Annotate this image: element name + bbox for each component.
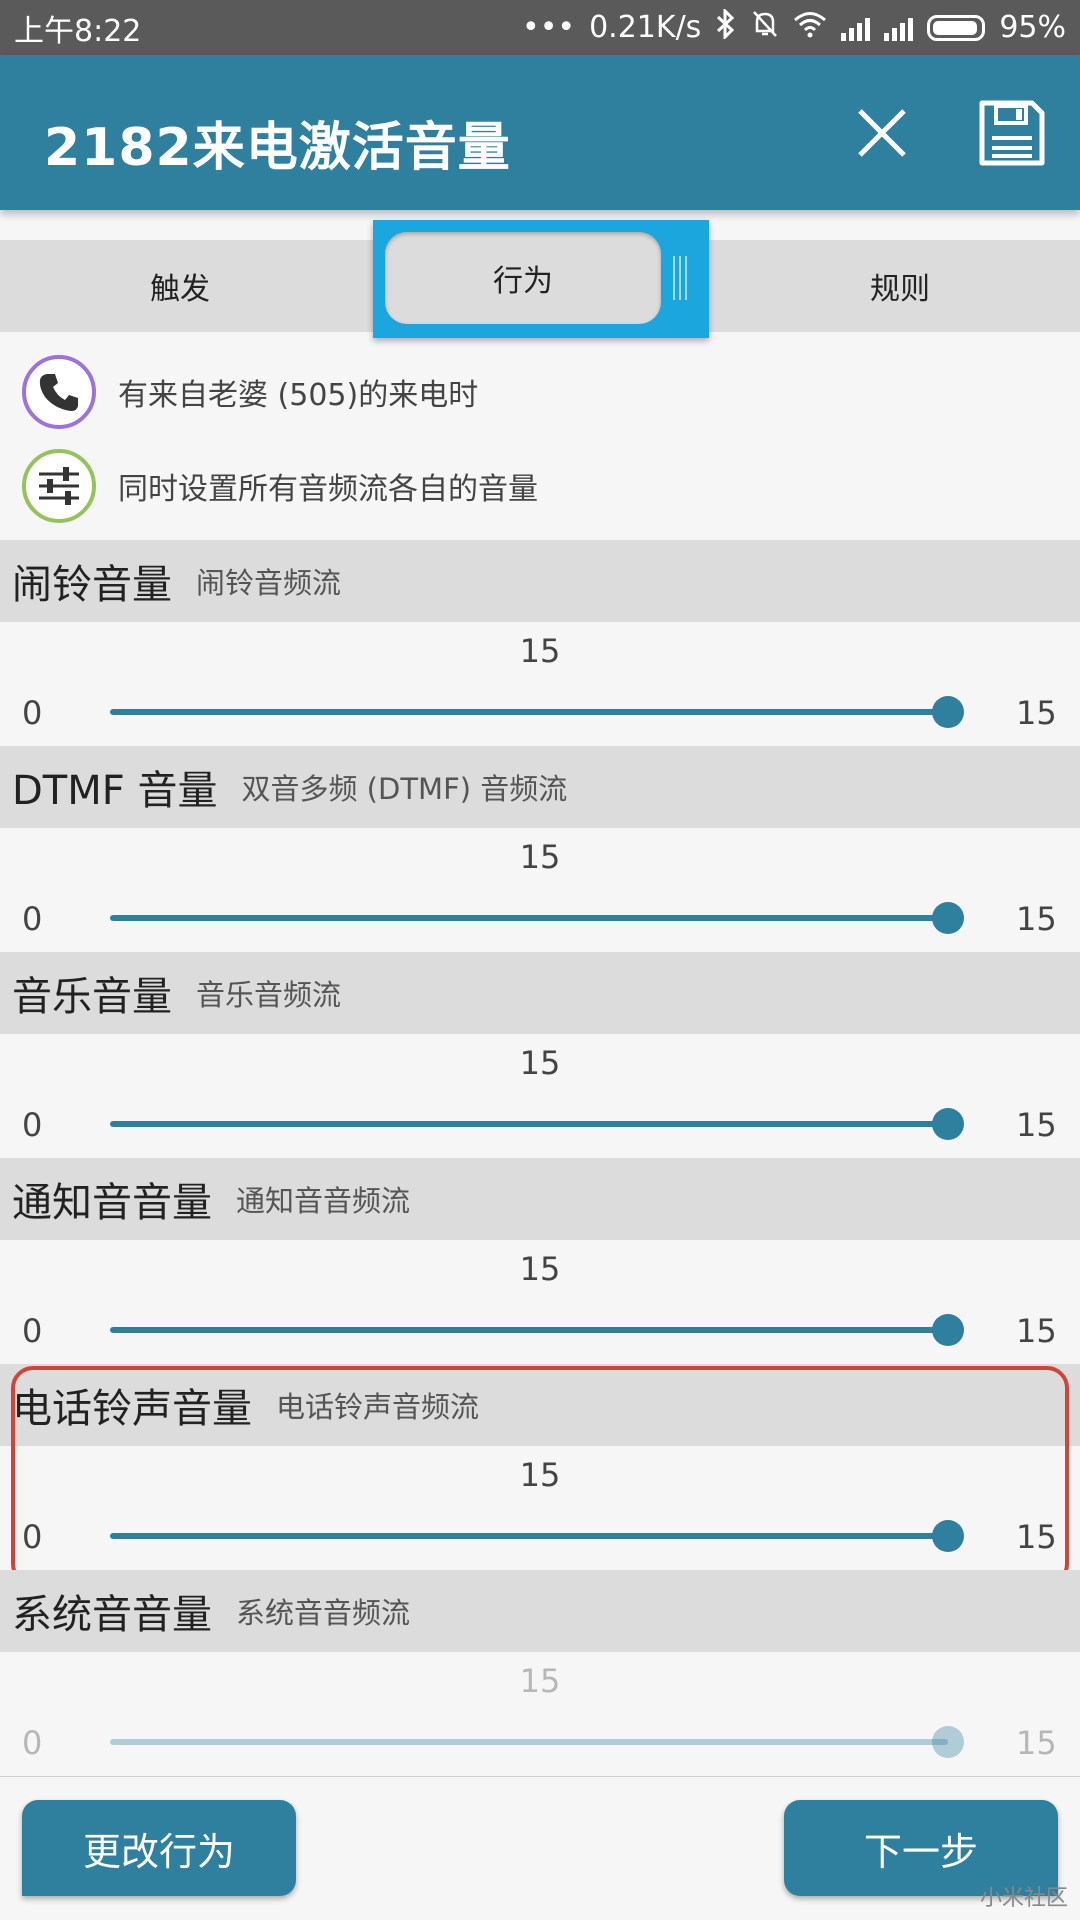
tab-trigger[interactable]: 触发 xyxy=(0,240,360,332)
section-subtitle: 电话铃声音频流 xyxy=(276,1390,480,1424)
volume-section-notification: 通知音音量 通知音音频流 15 0 15 xyxy=(0,1158,1080,1365)
volume-slider-track[interactable] xyxy=(110,1327,948,1333)
bluetooth-icon xyxy=(715,6,737,47)
slider-value: 15 xyxy=(519,838,561,876)
battery-percent: 95% xyxy=(999,10,1066,45)
wifi-icon xyxy=(793,10,827,46)
section-header: 通知音音量 通知音音频流 xyxy=(0,1158,1080,1240)
volume-section-ringtone: 电话铃声音量 电话铃声音频流 15 0 15 xyxy=(0,1364,1080,1571)
slider-min-label: 0 xyxy=(22,900,43,938)
battery-icon xyxy=(927,14,986,41)
volume-slider-thumb[interactable] xyxy=(932,1314,964,1346)
equalizer-icon xyxy=(22,449,96,523)
slider-row: 15 0 15 xyxy=(0,622,1080,747)
section-title: 音乐音量 xyxy=(12,974,172,1020)
summary-row-action: 同时设置所有音频流各自的音量 xyxy=(0,439,1080,533)
drag-grip-icon[interactable] xyxy=(673,256,693,300)
volume-section-music: 音乐音量 音乐音频流 15 0 15 xyxy=(0,952,1080,1159)
network-speed: 0.21K/s xyxy=(589,10,702,45)
slider-min-label: 0 xyxy=(22,1106,43,1144)
slider-row: 15 0 15 xyxy=(0,1652,1080,1777)
volume-slider-thumb[interactable] xyxy=(932,1726,964,1758)
section-subtitle: 系统音音频流 xyxy=(236,1596,411,1630)
volume-slider-thumb[interactable] xyxy=(932,1520,964,1552)
slider-row: 15 0 15 xyxy=(0,828,1080,953)
section-header: 闹铃音量 闹铃音频流 xyxy=(0,540,1080,622)
status-time: 上午8:22 xyxy=(14,13,142,49)
section-title: 电话铃声音量 xyxy=(12,1386,252,1432)
section-header: 音乐音量 音乐音频流 xyxy=(0,952,1080,1034)
slider-row: 15 0 15 xyxy=(0,1240,1080,1365)
close-button[interactable] xyxy=(842,93,922,173)
app-bar: 2182来电激活音量 xyxy=(0,55,1080,210)
save-icon xyxy=(979,100,1045,166)
volume-section-alarm: 闹铃音量 闹铃音频流 15 0 15 xyxy=(0,540,1080,747)
slider-min-label: 0 xyxy=(22,694,43,732)
slider-min-label: 0 xyxy=(22,1724,43,1762)
volume-section-system: 系统音音量 系统音音频流 15 0 15 xyxy=(0,1570,1080,1777)
signal-icon-2 xyxy=(884,15,914,41)
volume-slider-track[interactable] xyxy=(110,915,948,921)
volume-slider-thumb[interactable] xyxy=(932,902,964,934)
slider-max-label: 15 xyxy=(1016,900,1057,938)
slider-value: 15 xyxy=(519,1662,561,1700)
tab-rules[interactable]: 规则 xyxy=(720,240,1080,332)
section-subtitle: 闹铃音频流 xyxy=(196,566,342,600)
more-dots-icon: ••• xyxy=(522,10,576,45)
section-subtitle: 音乐音频流 xyxy=(196,978,342,1012)
slider-value: 15 xyxy=(519,1044,561,1082)
page-title: 2182来电激活音量 xyxy=(44,118,511,178)
section-header: DTMF 音量 双音多频 (DTMF) 音频流 xyxy=(0,746,1080,828)
mute-bell-icon xyxy=(751,9,779,47)
slider-row: 15 0 15 xyxy=(0,1446,1080,1571)
volume-slider-track[interactable] xyxy=(110,1533,948,1539)
slider-min-label: 0 xyxy=(22,1518,43,1556)
section-title: 闹铃音量 xyxy=(12,562,172,608)
volume-slider-track[interactable] xyxy=(110,1121,948,1127)
save-button[interactable] xyxy=(972,93,1052,173)
slider-max-label: 15 xyxy=(1016,1518,1057,1556)
slider-row: 15 0 15 xyxy=(0,1034,1080,1159)
section-header: 电话铃声音量 电话铃声音频流 xyxy=(0,1364,1080,1446)
volume-section-dtmf: DTMF 音量 双音多频 (DTMF) 音频流 15 0 15 xyxy=(0,746,1080,953)
slider-value: 15 xyxy=(519,632,561,670)
summary-text-trigger: 有来自老婆 (505)的来电时 xyxy=(118,378,479,413)
volume-slider-thumb[interactable] xyxy=(932,696,964,728)
status-icons: ••• 0.21K/s 95% xyxy=(522,6,1066,47)
summary-row-trigger: 有来自老婆 (505)的来电时 xyxy=(0,345,1080,439)
slider-max-label: 15 xyxy=(1016,1106,1057,1144)
section-title: DTMF 音量 xyxy=(12,768,218,814)
volume-slider-thumb[interactable] xyxy=(932,1108,964,1140)
signal-icon-1 xyxy=(841,15,871,41)
watermark-text: 小米社区 xyxy=(980,1886,1069,1911)
section-header: 系统音音量 系统音音频流 xyxy=(0,1570,1080,1652)
tab-behavior[interactable]: 行为 xyxy=(385,232,661,324)
slider-min-label: 0 xyxy=(22,1312,43,1350)
slider-value: 15 xyxy=(519,1250,561,1288)
change-behavior-button[interactable]: 更改行为 xyxy=(22,1800,296,1896)
section-title: 系统音音量 xyxy=(12,1592,212,1638)
status-bar: 上午8:22 ••• 0.21K/s 95% xyxy=(0,0,1080,55)
slider-value: 15 xyxy=(519,1456,561,1494)
close-icon xyxy=(858,109,906,157)
volume-slider-track[interactable] xyxy=(110,709,948,715)
phone-icon xyxy=(22,355,96,429)
behavior-summary: 有来自老婆 (505)的来电时 同时设置所有音频流各自的音量 xyxy=(0,345,1080,533)
summary-text-action: 同时设置所有音频流各自的音量 xyxy=(118,472,538,507)
slider-max-label: 15 xyxy=(1016,694,1057,732)
slider-max-label: 15 xyxy=(1016,1724,1057,1762)
section-title: 通知音音量 xyxy=(12,1180,212,1226)
section-subtitle: 通知音音频流 xyxy=(236,1184,411,1218)
slider-max-label: 15 xyxy=(1016,1312,1057,1350)
volume-slider-track[interactable] xyxy=(110,1739,948,1745)
section-subtitle: 双音多频 (DTMF) 音频流 xyxy=(241,772,568,806)
